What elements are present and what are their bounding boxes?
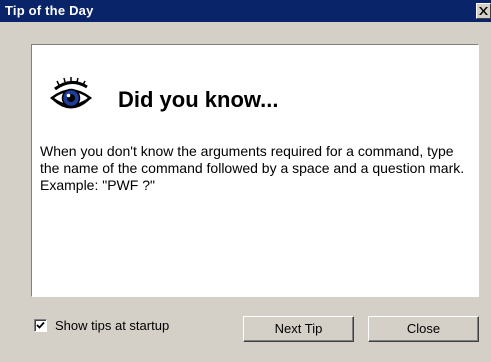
close-button[interactable]: Close bbox=[368, 316, 479, 342]
show-tips-checkbox[interactable] bbox=[34, 319, 47, 332]
title-bar[interactable]: Tip of the Day bbox=[0, 0, 491, 22]
close-icon bbox=[479, 7, 488, 15]
window-title: Tip of the Day bbox=[5, 3, 94, 18]
tip-panel: Did you know... When you don't know the … bbox=[31, 44, 479, 297]
show-tips-label[interactable]: Show tips at startup bbox=[55, 318, 169, 333]
eye-icon bbox=[50, 77, 92, 109]
tip-heading: Did you know... bbox=[118, 87, 279, 112]
next-tip-button[interactable]: Next Tip bbox=[243, 316, 354, 342]
checkmark-icon bbox=[36, 321, 45, 329]
close-window-button[interactable] bbox=[476, 3, 491, 19]
tip-of-the-day-dialog: Tip of the Day Did you know... When you … bbox=[0, 0, 491, 362]
tip-text: When you don't know the arguments requir… bbox=[40, 143, 465, 193]
